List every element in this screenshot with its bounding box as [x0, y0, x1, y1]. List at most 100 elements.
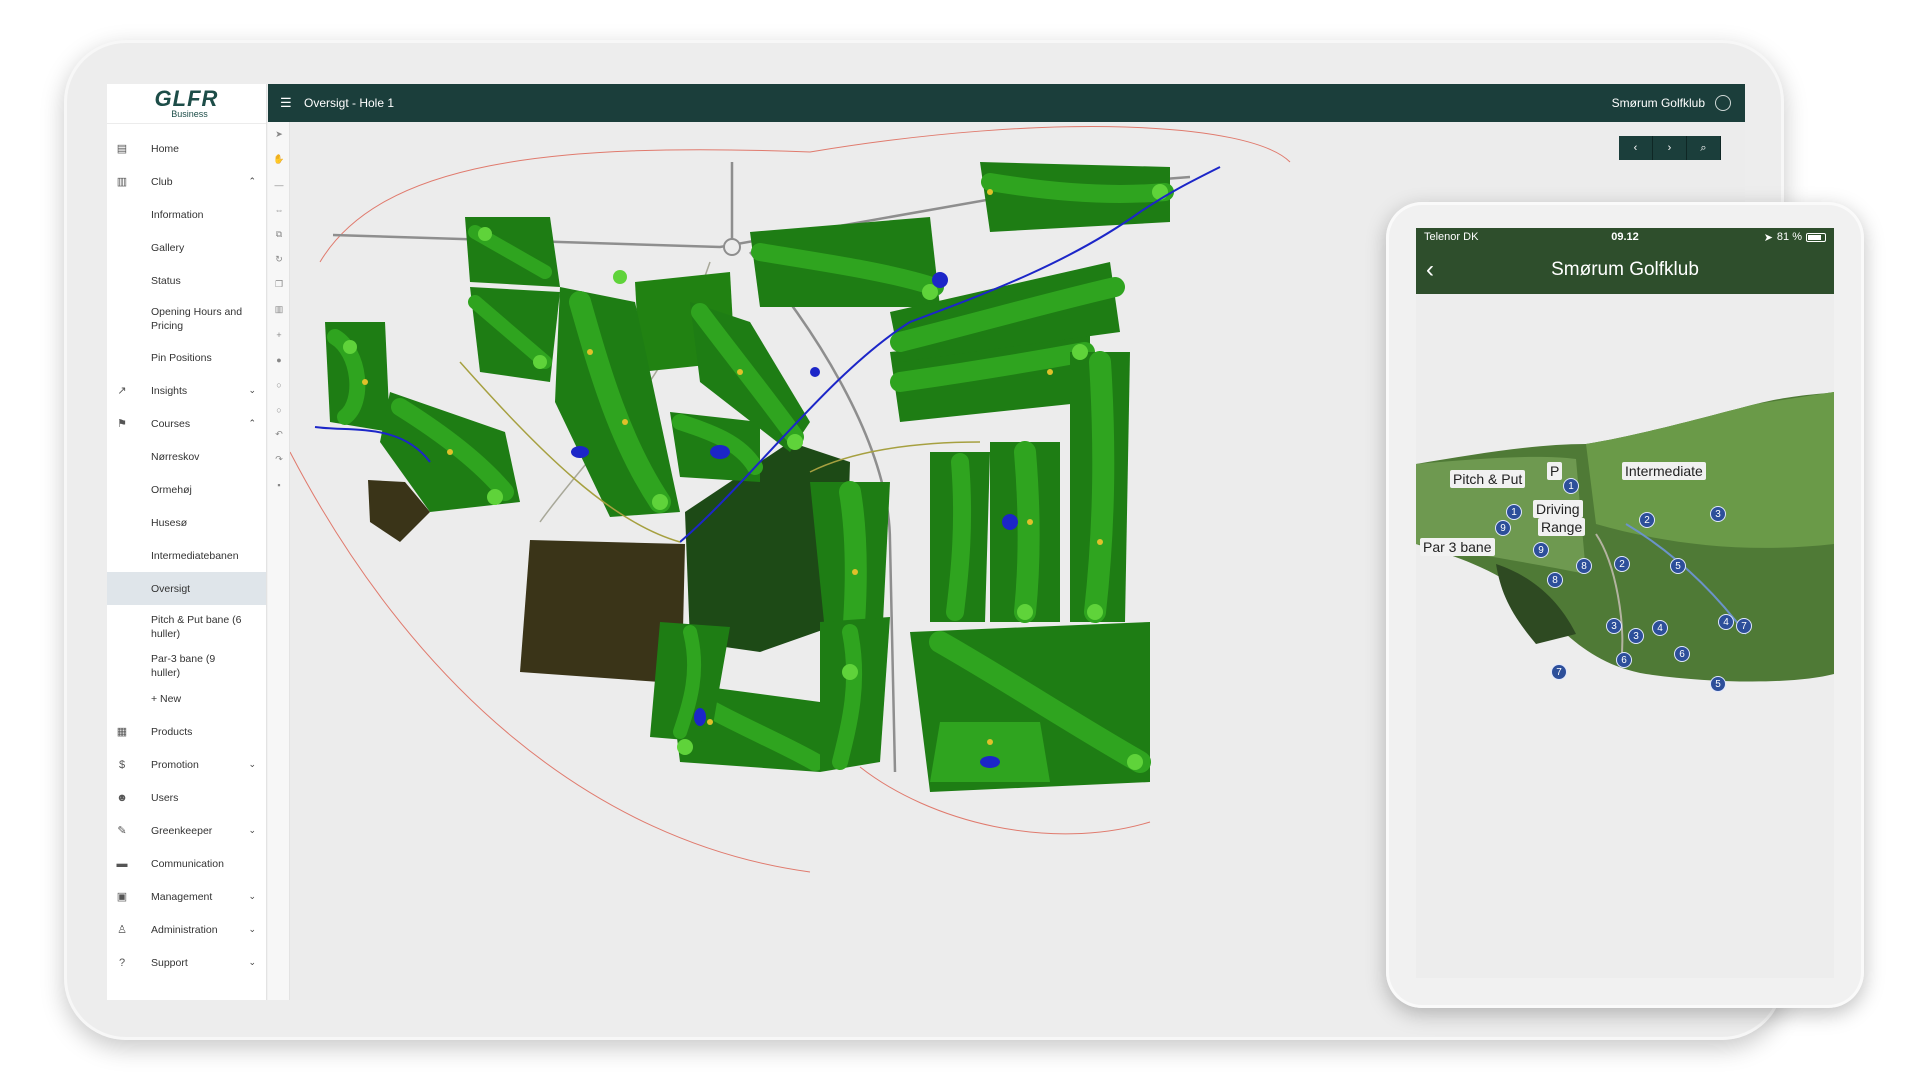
phone-course-overview[interactable]: Pitch & Put P Intermediate Driving Range…	[1416, 294, 1834, 978]
sidebar-item-status[interactable]: Status	[107, 264, 266, 297]
sidebar-item-gallery[interactable]: Gallery	[107, 231, 266, 264]
hole-marker[interactable]: 1	[1506, 504, 1522, 520]
chevron-down-icon[interactable]: ⌄	[248, 891, 256, 902]
hole-marker[interactable]: 4	[1652, 620, 1668, 636]
sidebar-item-insights[interactable]: ↗ Insights ⌄	[107, 374, 266, 407]
sidebar-item-intermediatebanen[interactable]: Intermediatebanen	[107, 539, 266, 572]
back-chevron-icon[interactable]: ‹	[1426, 256, 1434, 284]
sidebar-item-information[interactable]: Information	[107, 198, 266, 231]
hole-marker[interactable]: 8	[1576, 558, 1592, 574]
chevron-down-icon[interactable]: ⌄	[248, 385, 256, 396]
sidebar-item-label: Oversigt	[151, 582, 191, 595]
hole-marker[interactable]: 1	[1563, 478, 1579, 494]
save-icon[interactable]: ▪	[268, 472, 290, 497]
sidebar-item-communication[interactable]: ▬ Communication	[107, 847, 266, 880]
sidebar-item-greenkeeper[interactable]: ✎ Greenkeeper ⌄	[107, 814, 266, 847]
hamburger-menu-icon[interactable]: ☰	[280, 95, 298, 111]
sidebar-item-label: Nørreskov	[151, 450, 200, 463]
sidebar-item-label: Par-3 bane (9 huller)	[151, 652, 216, 679]
hole-marker[interactable]: 7	[1736, 618, 1752, 634]
zoom-search-icon[interactable]: ⌕	[1687, 136, 1721, 160]
sidebar-item-ormehøj[interactable]: Ormehøj	[107, 473, 266, 506]
circle-outline-icon[interactable]: ○	[268, 397, 290, 422]
phone-screen: Telenor DK 09.12 ➤ 81 % ‹ Smørum Golfklu…	[1416, 228, 1834, 978]
club-logo-icon[interactable]	[1715, 95, 1731, 111]
club-name[interactable]: Smørum Golfklub	[1612, 96, 1705, 110]
sidebar-item-users[interactable]: ☻ Users	[107, 781, 266, 814]
next-hole-button[interactable]: ›	[1653, 136, 1687, 160]
hole-marker[interactable]: 3	[1606, 618, 1622, 634]
hole-marker[interactable]: 5	[1710, 676, 1726, 692]
chevron-up-icon[interactable]: ⌃	[248, 418, 256, 429]
hole-marker[interactable]: 9	[1533, 542, 1549, 558]
hole-marker[interactable]: 3	[1628, 628, 1644, 644]
copy-icon[interactable]: ⧉	[268, 222, 290, 247]
minus-icon[interactable]: —	[268, 172, 290, 197]
sidebar-item-opening-hours-and-pricing[interactable]: Opening Hours and Pricing	[107, 297, 266, 341]
hole-marker[interactable]: 8	[1547, 572, 1563, 588]
trash-icon[interactable]: ▥	[268, 297, 290, 322]
sidebar-item-products[interactable]: ▦ Products	[107, 715, 266, 748]
sidebar-item-oversigt[interactable]: Oversigt	[107, 572, 266, 605]
sidebar-item-pin-positions[interactable]: Pin Positions	[107, 341, 266, 374]
sidebar-item-support[interactable]: ? Support ⌄	[107, 946, 266, 979]
parking-label[interactable]: P	[1547, 462, 1563, 480]
logo[interactable]: GLFR Business	[107, 84, 266, 124]
hole-marker[interactable]: 6	[1616, 652, 1632, 668]
circle-icon[interactable]: ●	[268, 347, 290, 372]
hole-marker[interactable]: 3	[1710, 506, 1726, 522]
hole-marker[interactable]: 6	[1674, 646, 1690, 662]
range-label[interactable]: Range	[1538, 518, 1586, 536]
battery-percent: 81 %	[1776, 231, 1802, 243]
rotate-icon[interactable]: ↻	[268, 247, 290, 272]
battery-indicator: ➤ 81 %	[1764, 231, 1826, 244]
previous-hole-button[interactable]: ‹	[1619, 136, 1653, 160]
pointer-icon[interactable]: ➤	[268, 122, 290, 147]
page-title: Oversigt - Hole 1	[304, 96, 395, 110]
chat-icon: ▬	[116, 857, 128, 870]
logo-subtitle: Business	[171, 108, 208, 119]
sidebar-item-home[interactable]: ▤ Home	[107, 132, 266, 165]
sidebar-item-label: Ormehøj	[151, 483, 192, 496]
sidebar-item-label: Status	[151, 274, 181, 287]
hole-marker[interactable]: 7	[1551, 664, 1567, 680]
driving-label[interactable]: Driving	[1533, 500, 1583, 518]
chevron-down-icon[interactable]: ⌄	[248, 957, 256, 968]
sidebar-item-pitch-put-bane-6-huller[interactable]: Pitch & Put bane (6 huller)	[107, 605, 266, 649]
help-icon: ?	[118, 956, 126, 969]
status-time: 09.12	[1611, 231, 1639, 243]
move-icon[interactable]: ⇔	[268, 197, 290, 222]
phone-map-canvas[interactable]	[1416, 294, 1834, 978]
plus-icon[interactable]: +	[268, 322, 290, 347]
hole-marker[interactable]: 5	[1670, 558, 1686, 574]
undo-icon[interactable]: ↶	[268, 422, 290, 447]
sidebar-item-husesø[interactable]: Husesø	[107, 506, 266, 539]
sidebar-item-label: Information	[151, 208, 204, 221]
person-icon: ♙	[117, 924, 127, 936]
sidebar-item-nørreskov[interactable]: Nørreskov	[107, 440, 266, 473]
circle-outline-icon[interactable]: ○	[268, 372, 290, 397]
pitch-put-label[interactable]: Pitch & Put	[1450, 470, 1526, 488]
sidebar-item-new[interactable]: + New	[107, 682, 266, 715]
sidebar-item-par-3-bane-9-huller[interactable]: Par-3 bane (9 huller)	[107, 649, 266, 682]
par3-label[interactable]: Par 3 bane	[1420, 538, 1495, 556]
chevron-down-icon[interactable]: ⌄	[248, 759, 256, 770]
sidebar-item-promotion[interactable]: $ Promotion ⌄	[107, 748, 266, 781]
duplicate-icon[interactable]: ❐	[268, 272, 290, 297]
hand-icon[interactable]: ✋	[268, 147, 290, 172]
chevron-down-icon[interactable]: ⌄	[248, 924, 256, 935]
hole-marker[interactable]: 2	[1639, 512, 1655, 528]
sidebar-item-administration[interactable]: ♙ Administration ⌄	[107, 913, 266, 946]
redo-icon[interactable]: ↷	[268, 447, 290, 472]
building-icon: ▥	[116, 176, 128, 188]
sidebar-item-club[interactable]: ▥ Club ⌃	[107, 165, 266, 198]
hole-marker[interactable]: 2	[1614, 556, 1630, 572]
carrier-label: Telenor DK	[1424, 231, 1479, 243]
hole-marker[interactable]: 4	[1718, 614, 1734, 630]
chevron-down-icon[interactable]: ⌄	[248, 825, 256, 836]
chevron-up-icon[interactable]: ⌃	[248, 176, 256, 187]
intermediate-label[interactable]: Intermediate	[1622, 462, 1706, 480]
sidebar-item-courses[interactable]: ⚑ Courses ⌃	[107, 407, 266, 440]
sidebar-item-management[interactable]: ▣ Management ⌄	[107, 880, 266, 913]
hole-marker[interactable]: 9	[1495, 520, 1511, 536]
